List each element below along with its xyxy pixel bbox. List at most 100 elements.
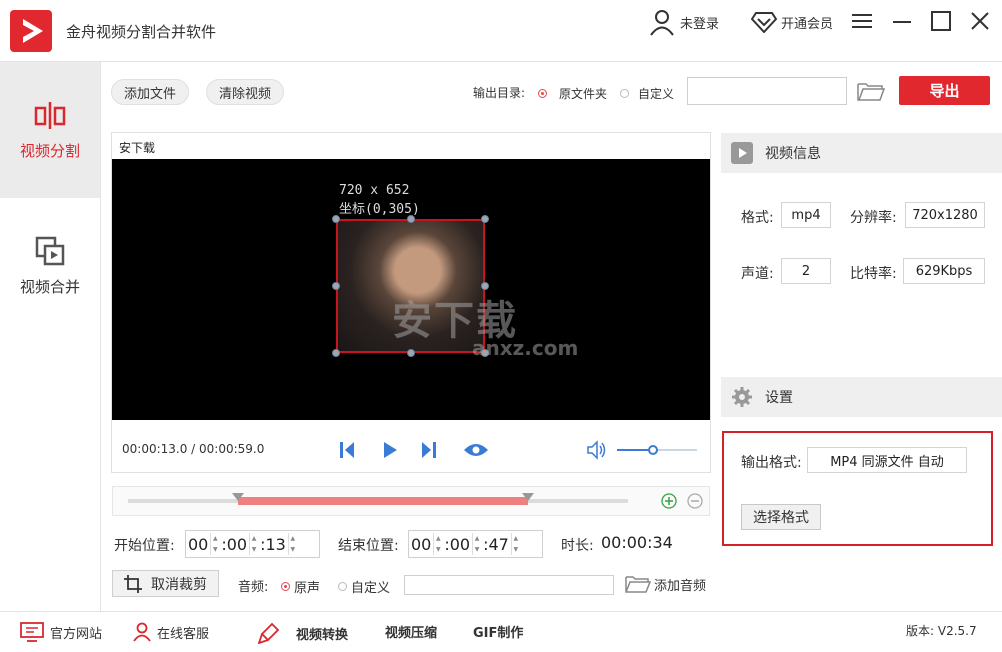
format-value: mp4 [781, 202, 831, 228]
crop-handle-bottom-left[interactable] [332, 349, 340, 357]
spinner-icon[interactable]: ▲ ▼ [210, 533, 219, 555]
clear-video-button[interactable]: 清除视频 [206, 79, 285, 105]
play-icon[interactable] [381, 440, 399, 464]
convert-link[interactable]: 视频转换 [258, 622, 348, 644]
minimize-icon[interactable] [892, 12, 912, 34]
start-second[interactable]: :13 [258, 535, 288, 554]
user-icon [650, 10, 674, 36]
output-option-source[interactable]: 原文件夹 [538, 85, 607, 102]
website-link[interactable]: 官方网站 [20, 622, 102, 642]
split-icon [34, 101, 66, 129]
preview-eye-icon[interactable] [463, 442, 489, 462]
audio-option-label: 原声 [294, 581, 321, 596]
version-label: 版本: V2.5.7 [906, 624, 977, 638]
timeline-end-marker[interactable] [522, 493, 534, 501]
watermark-url: anxz.com [472, 336, 579, 360]
end-second[interactable]: :47 [481, 535, 511, 554]
sidebar-item-split[interactable]: 视频分割 [0, 62, 100, 198]
output-option-custom[interactable]: 自定义 [620, 85, 674, 102]
end-minute[interactable]: :00 [442, 535, 472, 554]
spinner-icon[interactable]: ▲ ▼ [472, 533, 481, 555]
end-hour[interactable]: 00 [409, 535, 433, 554]
settings-title: 设置 [765, 390, 793, 406]
support-link[interactable]: 在线客服 [132, 622, 209, 642]
user-support-icon [133, 622, 151, 642]
crop-handle-bottom[interactable] [407, 349, 415, 357]
audio-option-custom[interactable]: 自定义 [338, 577, 390, 596]
next-frame-icon[interactable] [420, 440, 438, 464]
crop-handle-top-right[interactable] [481, 215, 489, 223]
crop-dimension: 720 x 652 [339, 183, 410, 198]
crop-handle-top-left[interactable] [332, 215, 340, 223]
audio-path-input[interactable] [404, 575, 614, 595]
folder-icon [625, 576, 652, 593]
app-logo-icon [10, 10, 52, 52]
spinner-icon[interactable]: ▲ ▼ [433, 533, 442, 555]
brush-icon [258, 622, 280, 644]
audio-option-label: 自定义 [351, 581, 391, 596]
gif-link[interactable]: GIF制作 [473, 622, 523, 641]
timeline-selected-range[interactable] [238, 497, 528, 505]
add-audio-button[interactable]: 添加音频 [624, 574, 706, 594]
resolution-value: 720x1280 [905, 202, 985, 228]
sidebar-item-label: 视频分割 [19, 141, 80, 160]
radio-icon [338, 582, 347, 591]
resolution-label: 分辨率: [850, 210, 897, 226]
app-title: 金舟视频分割合并软件 [66, 23, 217, 41]
login-button[interactable]: 未登录 [648, 10, 720, 36]
spinner-icon[interactable]: ▲ ▼ [249, 533, 258, 555]
vip-label: 开通会员 [781, 16, 834, 32]
output-option-label: 自定义 [638, 87, 675, 101]
duration-value: 00:00:34 [601, 533, 673, 552]
bitrate-value: 629Kbps [903, 258, 985, 284]
channel-label: 声道: [741, 266, 774, 282]
zoom-out-icon[interactable] [687, 493, 703, 513]
sidebar-item-merge[interactable]: 视频合并 [0, 198, 100, 334]
end-time-field[interactable]: 00 ▲ ▼ :00 ▲ ▼ :47 ▲ ▼ [408, 530, 543, 558]
folder-icon[interactable] [856, 80, 886, 106]
output-option-label: 原文件夹 [559, 87, 608, 101]
add-file-button[interactable]: 添加文件 [111, 79, 190, 105]
spinner-icon[interactable]: ▲ ▼ [510, 533, 520, 555]
spinner-icon[interactable]: ▲ ▼ [287, 533, 297, 555]
start-minute[interactable]: :00 [219, 535, 249, 554]
maximize-icon[interactable] [930, 10, 952, 36]
audio-option-original[interactable]: 原声 [281, 577, 320, 596]
radio-icon [281, 582, 290, 591]
export-button[interactable]: 导出 [899, 76, 990, 105]
menu-icon[interactable] [852, 12, 872, 34]
start-time-field[interactable]: 00 ▲ ▼ :00 ▲ ▼ :13 ▲ ▼ [185, 530, 320, 558]
close-icon[interactable] [970, 11, 990, 35]
duration-label: 时长: [561, 538, 594, 554]
vip-button[interactable]: 开通会员 [751, 10, 833, 34]
output-format-value: MP4 同源文件 自动 [807, 447, 967, 473]
start-position-label: 开始位置: [114, 538, 175, 554]
format-label: 格式: [741, 210, 774, 226]
output-path-input[interactable] [687, 77, 847, 105]
zoom-in-icon[interactable] [661, 493, 677, 513]
website-label: 官方网站 [50, 626, 103, 642]
bitrate-label: 比特率: [850, 266, 897, 282]
channel-value: 2 [781, 258, 831, 284]
prev-frame-icon[interactable] [338, 440, 356, 464]
volume-icon[interactable] [586, 439, 608, 465]
compress-link[interactable]: 视频压缩 [385, 622, 437, 641]
time-readout: 00:00:13.0 / 00:00:59.0 [122, 442, 265, 456]
crop-handle-left[interactable] [332, 282, 340, 290]
gear-icon [732, 387, 752, 407]
audio-label: 音频: [238, 580, 269, 595]
start-hour[interactable]: 00 [186, 535, 210, 554]
merge-icon [35, 236, 65, 265]
cancel-crop-button[interactable]: 取消裁剪 [112, 570, 219, 597]
cancel-crop-label: 取消裁剪 [151, 576, 207, 593]
login-label: 未登录 [680, 16, 720, 32]
preview-title: 安下载 [119, 141, 156, 155]
volume-knob[interactable] [648, 445, 658, 455]
sidebar-item-label: 视频合并 [19, 277, 80, 296]
monitor-icon [20, 622, 44, 642]
video-info-icon [731, 142, 753, 164]
timeline-start-marker[interactable] [232, 493, 244, 501]
choose-format-button[interactable]: 选择格式 [741, 504, 821, 530]
crop-handle-top[interactable] [407, 215, 415, 223]
support-label: 在线客服 [157, 626, 210, 642]
